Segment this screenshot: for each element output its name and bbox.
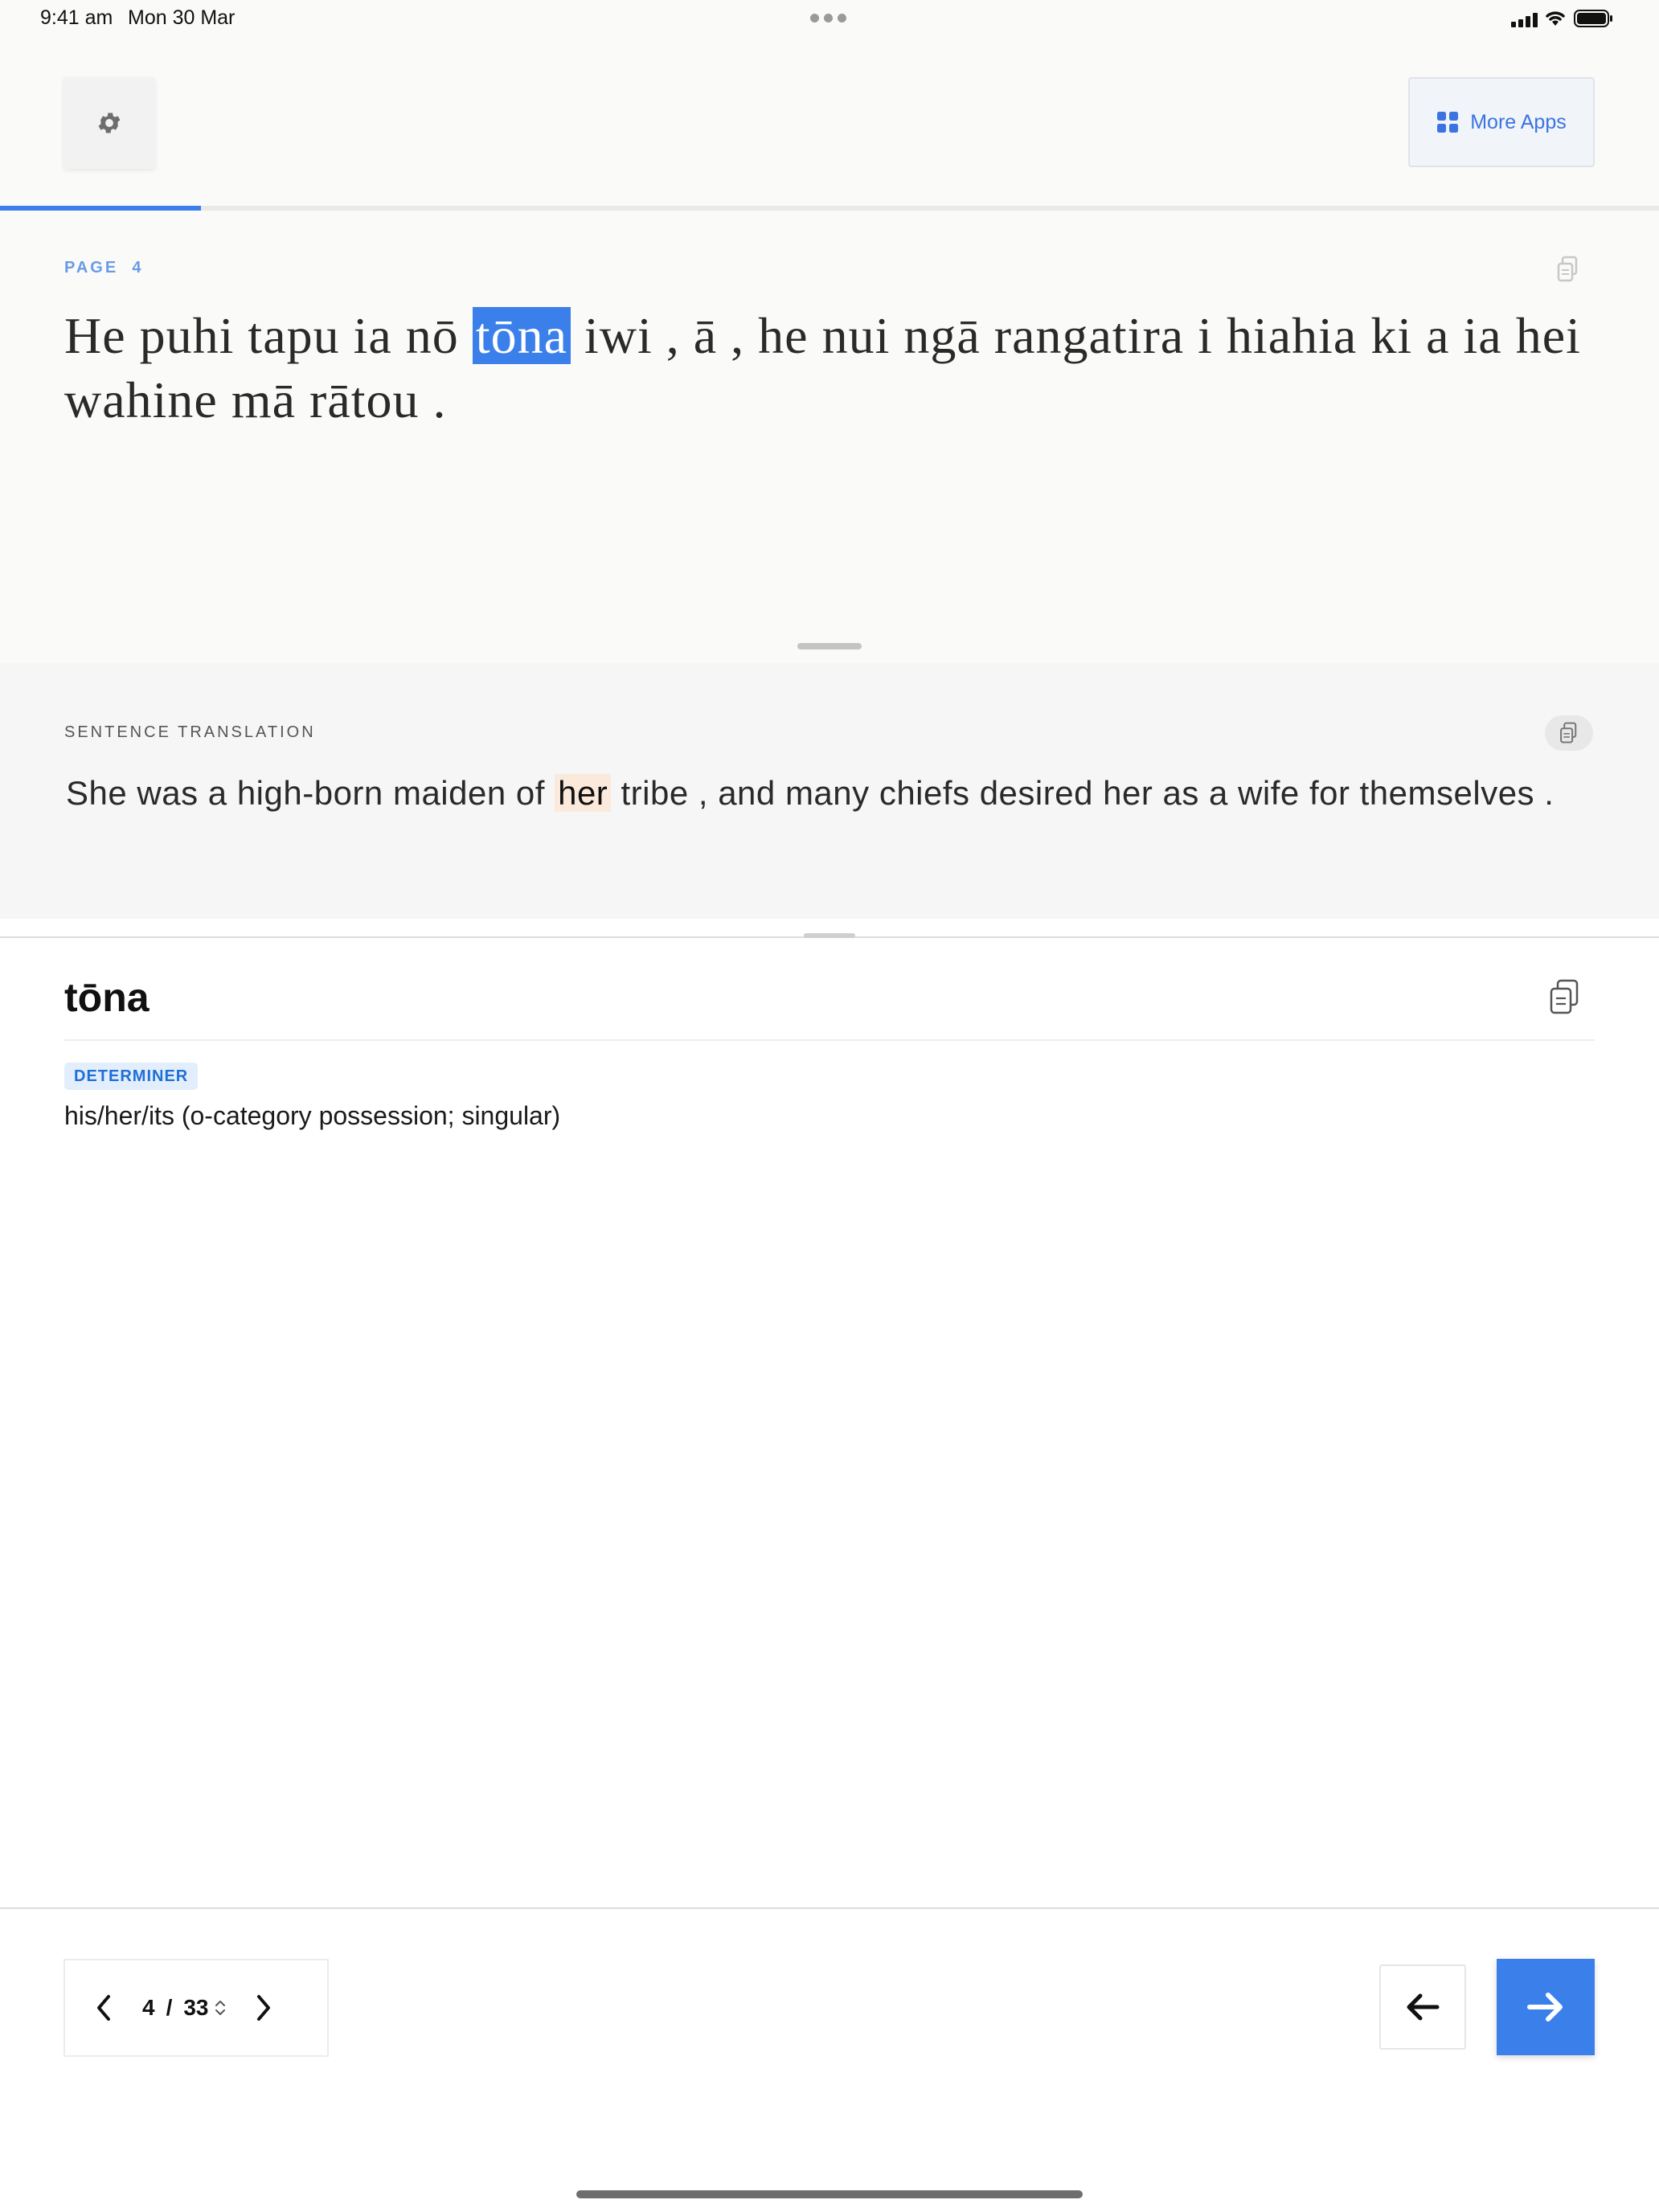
wifi-icon <box>1546 11 1565 26</box>
total-pages: 33 <box>183 1995 209 2020</box>
chevron-left-icon <box>97 1995 110 2021</box>
maori-word[interactable]: tōna <box>472 307 571 364</box>
more-apps-button[interactable]: More Apps <box>1408 77 1595 167</box>
translation-sentence: She was a high-born maiden of her tribe … <box>66 768 1561 818</box>
translation-word[interactable]: as <box>1163 774 1199 812</box>
next-page-button[interactable] <box>227 1994 301 2022</box>
reading-pane <box>0 211 1659 663</box>
arrow-left-icon <box>1407 1993 1440 2021</box>
maori-word[interactable]: ā <box>694 307 717 364</box>
translation-word[interactable]: desired <box>980 774 1093 812</box>
translation-word[interactable]: for <box>1309 774 1350 812</box>
next-sentence-button[interactable] <box>1497 1959 1595 2055</box>
copy-icon <box>1560 722 1577 743</box>
previous-sentence-button[interactable] <box>1379 1964 1466 2050</box>
page-select[interactable]: 4 / 33 <box>142 1995 227 2021</box>
status-time: 9:41 am <box>40 6 113 29</box>
maori-word[interactable]: ngā <box>903 307 980 364</box>
translation-word[interactable]: of <box>516 774 545 812</box>
grid-icon <box>1437 112 1459 133</box>
maori-word[interactable]: a <box>1426 307 1449 364</box>
maori-word[interactable]: wahine <box>64 371 218 428</box>
translation-word[interactable]: and <box>718 774 776 812</box>
page-label: PAGE 4 <box>64 259 144 276</box>
page-navigator: 4 / 33 <box>63 1959 329 2057</box>
dictionary-word: tōna <box>64 975 150 1020</box>
maori-word[interactable]: puhi <box>140 307 235 364</box>
translation-word[interactable]: a <box>208 774 227 812</box>
cellular-signal-icon <box>1511 11 1538 27</box>
translation-word[interactable]: high-born <box>237 774 383 812</box>
maori-word[interactable]: , <box>731 307 744 364</box>
translation-word[interactable]: wife <box>1238 774 1300 812</box>
maori-word[interactable]: he <box>758 307 808 364</box>
chevron-right-icon <box>256 1995 270 2021</box>
translation-word[interactable]: themselves <box>1360 774 1534 812</box>
arrow-right-icon <box>1527 1993 1563 2022</box>
translation-pane-resize-handle[interactable] <box>804 933 855 938</box>
translation-word[interactable]: maiden <box>393 774 506 812</box>
translation-word[interactable]: chiefs <box>879 774 970 812</box>
bottom-bar-divider <box>0 1907 1659 1909</box>
maori-word[interactable]: rangatira <box>994 307 1184 364</box>
maori-word[interactable]: ia <box>354 307 392 364</box>
maori-word[interactable]: ia <box>1464 307 1502 364</box>
translation-word[interactable]: a <box>1209 774 1228 812</box>
maori-word[interactable]: ki <box>1370 307 1412 364</box>
maori-word[interactable]: He <box>64 307 126 364</box>
translation-word[interactable]: her <box>1103 774 1153 812</box>
translation-label: SENTENCE TRANSLATION <box>64 723 316 741</box>
maori-word[interactable]: nō <box>406 307 459 364</box>
copy-definition-icon[interactable] <box>1548 979 1580 1016</box>
copy-page-icon[interactable] <box>1556 256 1580 283</box>
settings-button[interactable] <box>63 77 155 169</box>
translation-word[interactable]: tribe <box>621 774 688 812</box>
current-page: 4 <box>142 1995 155 2020</box>
status-date: Mon 30 Mar <box>128 6 236 29</box>
maori-word[interactable]: . <box>433 371 447 428</box>
previous-page-button[interactable] <box>65 1994 142 2022</box>
maori-word[interactable]: iwi <box>584 307 653 364</box>
maori-word[interactable]: mā <box>231 371 296 428</box>
chevron-updown-icon <box>215 2001 225 2015</box>
page-separator: / <box>166 1995 173 2020</box>
more-apps-label: More Apps <box>1470 110 1567 133</box>
maori-word[interactable]: hei <box>1516 307 1581 364</box>
multitasking-dots-icon[interactable] <box>810 14 846 23</box>
part-of-speech-badge: DETERMINER <box>64 1063 199 1090</box>
page-number: 4 <box>132 259 144 276</box>
gear-icon <box>98 113 121 133</box>
translation-word[interactable]: She <box>66 774 127 812</box>
maori-word[interactable]: i <box>1198 307 1213 364</box>
maori-word[interactable]: nui <box>822 307 891 364</box>
home-indicator[interactable] <box>576 2190 1083 2198</box>
maori-word[interactable]: hiahia <box>1227 307 1357 364</box>
maori-sentence: He puhi tapu ia nō tōna iwi , ā , he nui… <box>64 304 1591 432</box>
dictionary-definition: his/her/its (o-category possession; sing… <box>64 1101 561 1130</box>
copy-translation-button[interactable] <box>1545 715 1593 751</box>
maori-word[interactable]: , <box>666 307 680 364</box>
maori-word[interactable]: tapu <box>248 307 339 364</box>
battery-icon <box>1574 10 1612 27</box>
translation-word[interactable]: . <box>1544 774 1554 812</box>
translation-word[interactable]: , <box>698 774 708 812</box>
reading-pane-resize-handle[interactable] <box>797 643 862 649</box>
translation-word[interactable]: was <box>137 774 198 812</box>
translation-word[interactable]: many <box>785 774 870 812</box>
maori-word[interactable]: rātou <box>309 371 420 428</box>
translation-word[interactable]: her <box>555 774 612 812</box>
dictionary-divider <box>64 1039 1595 1041</box>
